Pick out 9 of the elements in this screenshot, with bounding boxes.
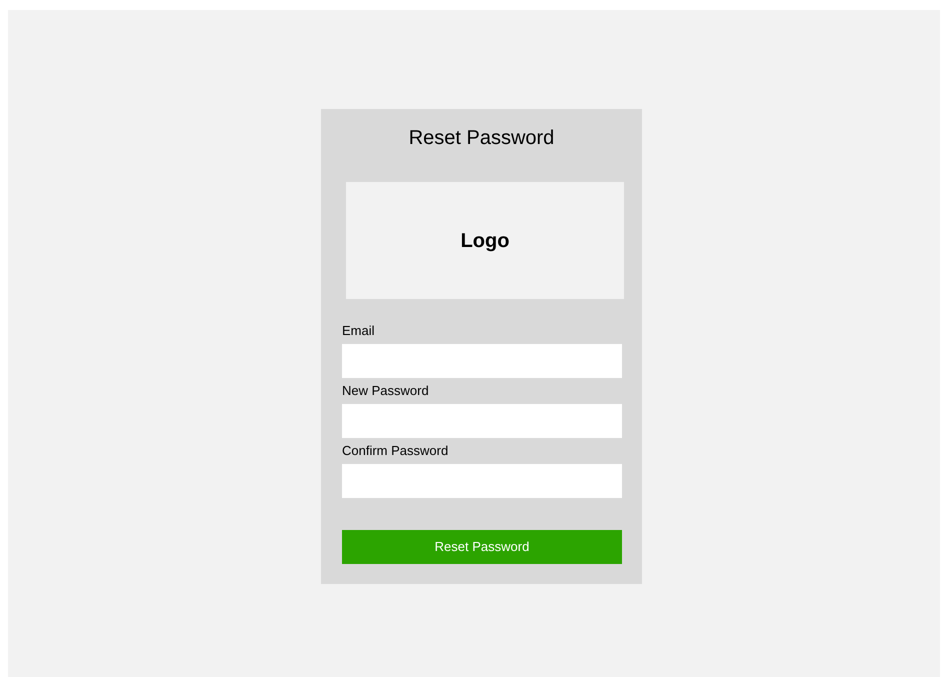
input-field[interactable] — [342, 464, 622, 498]
card-title: Reset Password — [408, 126, 554, 151]
logo-text: Logo — [460, 228, 510, 254]
input-field[interactable] — [342, 344, 622, 378]
field-label: Email — [342, 323, 375, 339]
reset-password-button[interactable]: Reset Password — [342, 530, 622, 564]
input-field[interactable] — [342, 404, 622, 438]
field-label: New Password — [342, 383, 429, 399]
field-label: Confirm Password — [342, 443, 448, 459]
